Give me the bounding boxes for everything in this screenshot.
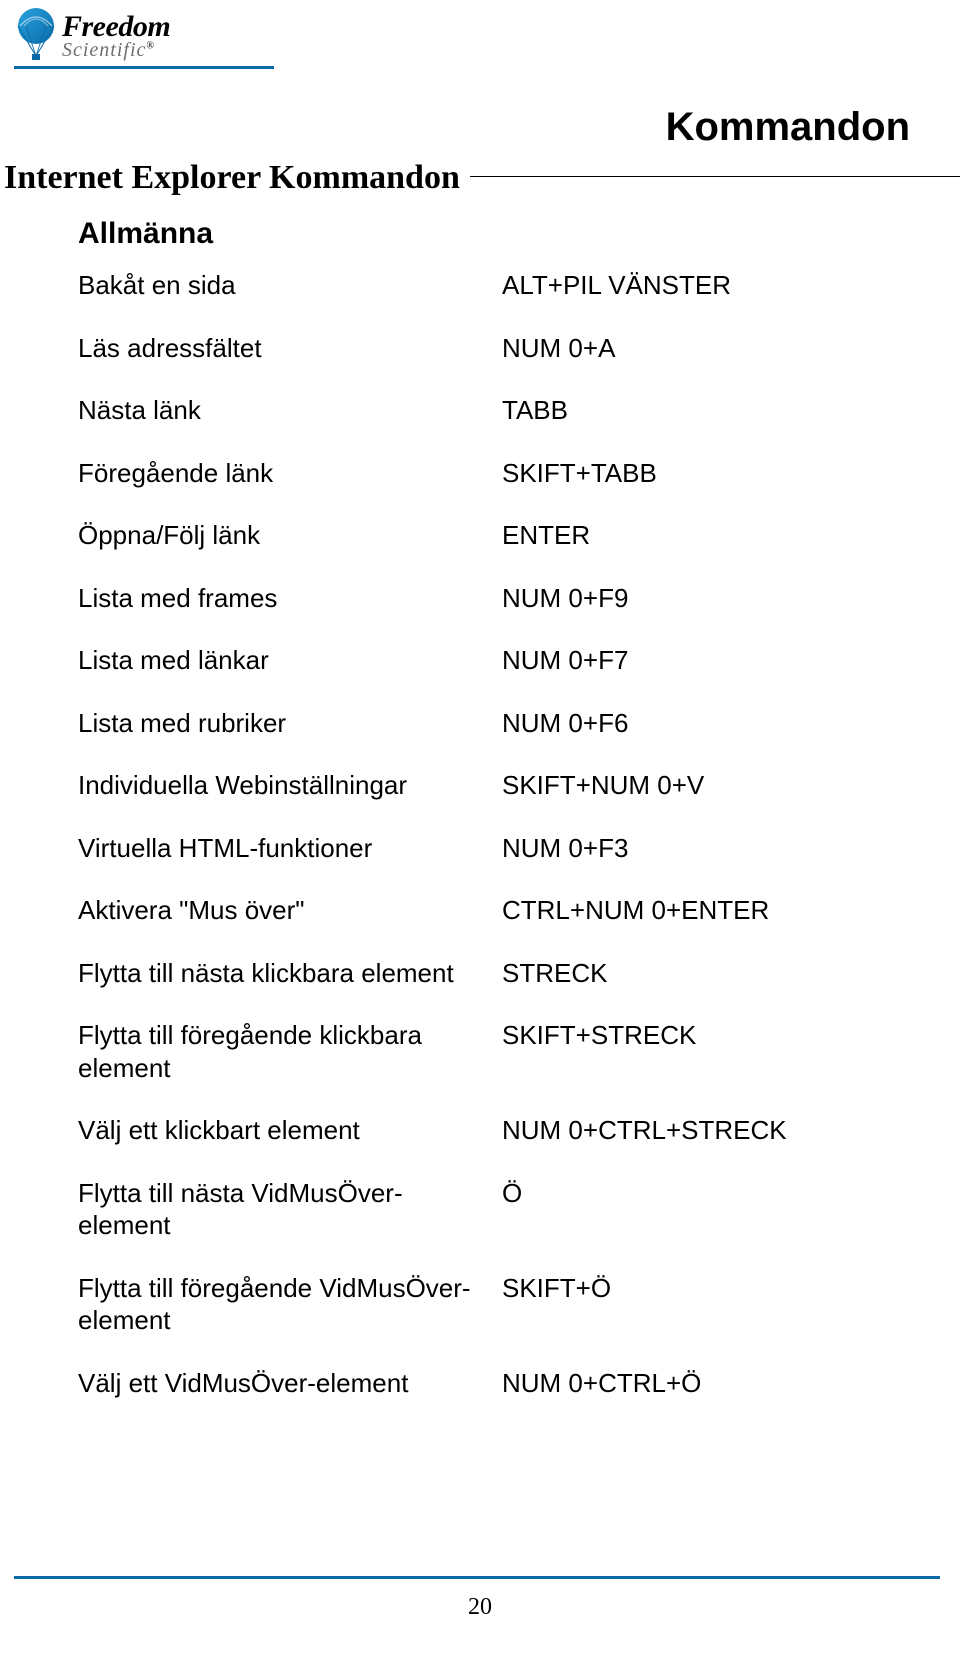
command-key: TABB: [502, 394, 898, 427]
command-description: Aktivera "Mus över": [78, 894, 502, 927]
command-key: NUM 0+CTRL+Ö: [502, 1367, 898, 1400]
command-key: NUM 0+A: [502, 332, 898, 365]
table-row: Flytta till föregående VidMusÖver-elemen…: [78, 1272, 898, 1337]
command-description: Flytta till nästa klickbara element: [78, 957, 502, 990]
table-row: Individuella Webinställningar SKIFT+NUM …: [78, 769, 898, 802]
page-title: Kommandon: [0, 105, 960, 150]
command-description: Lista med frames: [78, 582, 502, 615]
footer-divider: [14, 1576, 940, 1579]
command-description: Flytta till föregående VidMusÖver-elemen…: [78, 1272, 502, 1337]
command-key: ENTER: [502, 519, 898, 552]
command-key: CTRL+NUM 0+ENTER: [502, 894, 898, 927]
table-row: Nästa länk TABB: [78, 394, 898, 427]
command-description: Nästa länk: [78, 394, 502, 427]
table-row: Flytta till föregående klickbara element…: [78, 1019, 898, 1084]
table-row: Välj ett klickbart element NUM 0+CTRL+ST…: [78, 1114, 898, 1147]
command-description: Bakåt en sida: [78, 269, 502, 302]
table-row: Bakåt en sida ALT+PIL VÄNSTER: [78, 269, 898, 302]
table-row: Öppna/Följ länk ENTER: [78, 519, 898, 552]
table-row: Läs adressfältet NUM 0+A: [78, 332, 898, 365]
command-key: NUM 0+F7: [502, 644, 898, 677]
command-description: Flytta till föregående klickbara element: [78, 1019, 502, 1084]
command-description: Öppna/Följ länk: [78, 519, 502, 552]
table-row: Föregående länk SKIFT+TABB: [78, 457, 898, 490]
command-key: NUM 0+CTRL+STRECK: [502, 1114, 898, 1147]
command-key: STRECK: [502, 957, 898, 990]
logo-balloon-icon: [14, 8, 58, 64]
section-heading: Internet Explorer Kommandon: [0, 159, 470, 197]
command-key: ALT+PIL VÄNSTER: [502, 269, 898, 302]
table-row: Flytta till nästa VidMusÖver-element Ö: [78, 1177, 898, 1242]
table-row: Aktivera "Mus över" CTRL+NUM 0+ENTER: [78, 894, 898, 927]
table-row: Virtuella HTML-funktioner NUM 0+F3: [78, 832, 898, 865]
command-key: NUM 0+F3: [502, 832, 898, 865]
subheading: Allmänna: [78, 217, 960, 251]
command-description: Flytta till nästa VidMusÖver-element: [78, 1177, 502, 1242]
table-row: Flytta till nästa klickbara element STRE…: [78, 957, 898, 990]
table-row: Välj ett VidMusÖver-element NUM 0+CTRL+Ö: [78, 1367, 898, 1400]
command-key: NUM 0+F6: [502, 707, 898, 740]
table-row: Lista med länkar NUM 0+F7: [78, 644, 898, 677]
command-key: SKIFT+TABB: [502, 457, 898, 490]
command-description: Individuella Webinställningar: [78, 769, 502, 802]
command-key: SKIFT+NUM 0+V: [502, 769, 898, 802]
logo-text-sub: Scientific®: [62, 40, 170, 60]
command-key: SKIFT+Ö: [502, 1272, 898, 1305]
logo-text-main: Freedom: [62, 12, 170, 42]
table-row: Lista med frames NUM 0+F9: [78, 582, 898, 615]
command-description: Lista med länkar: [78, 644, 502, 677]
command-key: NUM 0+F9: [502, 582, 898, 615]
table-row: Lista med rubriker NUM 0+F6: [78, 707, 898, 740]
command-description: Föregående länk: [78, 457, 502, 490]
command-key: Ö: [502, 1177, 898, 1210]
command-description: Läs adressfältet: [78, 332, 502, 365]
command-key: SKIFT+STRECK: [502, 1019, 898, 1052]
command-description: Lista med rubriker: [78, 707, 502, 740]
page-number: 20: [0, 1594, 960, 1621]
command-description: Virtuella HTML-funktioner: [78, 832, 502, 865]
command-description: Välj ett VidMusÖver-element: [78, 1367, 502, 1400]
commands-table: Bakåt en sida ALT+PIL VÄNSTER Läs adress…: [78, 269, 898, 1399]
command-description: Välj ett klickbart element: [78, 1114, 502, 1147]
brand-logo: Freedom Scientific®: [0, 0, 960, 69]
